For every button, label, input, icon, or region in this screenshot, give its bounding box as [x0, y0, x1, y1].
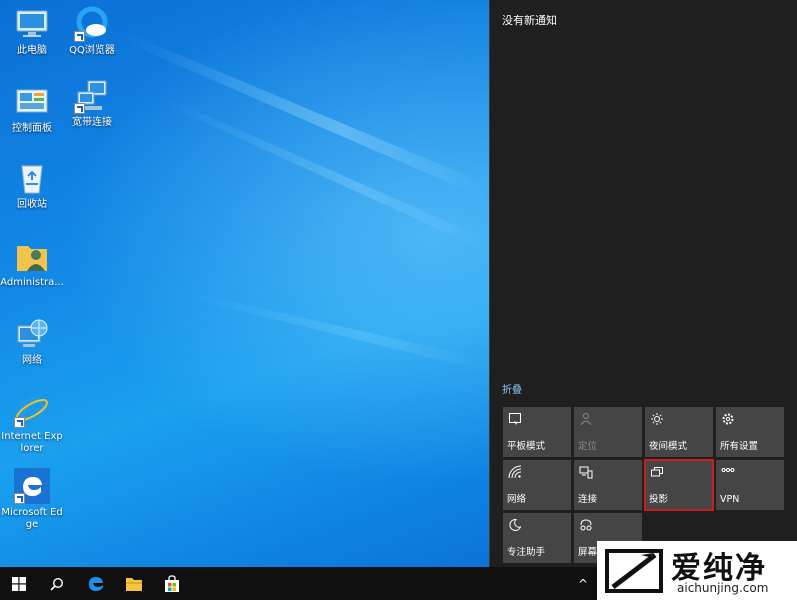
screen-snip-icon [579, 518, 593, 532]
night-light-icon [650, 412, 664, 426]
control-panel-icon [14, 84, 50, 120]
qq-browser-icon [74, 6, 110, 42]
shortcut-arrow-icon [14, 417, 25, 428]
aichunjing-logo-icon [605, 549, 663, 593]
desktop-icon-microsoft-edge[interactable]: Microsoft Edge [0, 468, 64, 531]
microsoft-edge-icon [89, 576, 103, 591]
desktop-icon-internet-explorer[interactable]: Internet Explorer [0, 392, 64, 455]
collapse-link[interactable]: 折叠 [502, 381, 522, 396]
tile-connect[interactable]: 连接 [574, 460, 642, 510]
tile-network[interactable]: 网络 [503, 460, 571, 510]
focus-assist-icon [508, 518, 522, 532]
taskbar-edge-button[interactable] [77, 567, 115, 600]
desktop-screen: 此电脑 QQ浏览器 控制面板 宽带连接 回收站 Administra... 网络… [0, 0, 797, 600]
microsoft-store-icon [165, 574, 179, 592]
tile-night-light[interactable]: 夜间模式 [645, 407, 713, 457]
tile-vpn[interactable]: VPN [716, 460, 784, 510]
recycle-bin-icon [14, 160, 50, 196]
start-button[interactable] [0, 567, 38, 600]
microsoft-edge-icon [14, 468, 50, 504]
location-icon [579, 412, 593, 426]
search-icon [50, 577, 64, 591]
wifi-icon [508, 465, 522, 479]
broadband-connection-icon [74, 78, 110, 114]
no-notifications-text: 没有新通知 [502, 14, 557, 27]
tablet-mode-icon [508, 412, 522, 426]
desktop-icon-broadband[interactable]: 宽带连接 [60, 78, 124, 129]
show-hidden-icons-button[interactable]: ^ [574, 567, 592, 600]
desktop-icon-this-pc[interactable]: 此电脑 [0, 6, 64, 57]
tile-tablet-mode[interactable]: 平板模式 [503, 407, 571, 457]
desktop-icon-qq-browser[interactable]: QQ浏览器 [60, 6, 124, 57]
search-button[interactable] [38, 567, 76, 600]
desktop-icon-network[interactable]: 网络 [0, 316, 64, 367]
shortcut-arrow-icon [14, 493, 25, 504]
tile-location[interactable]: 定位 [574, 407, 642, 457]
shortcut-arrow-icon [74, 103, 85, 114]
vpn-icon [721, 465, 735, 479]
desktop-icon-recycle-bin[interactable]: 回收站 [0, 160, 64, 211]
windows-logo-icon [12, 576, 26, 591]
tile-project[interactable]: 投影 [644, 459, 714, 511]
connect-icon [579, 465, 593, 479]
file-explorer-icon [126, 577, 142, 591]
taskbar-file-explorer-button[interactable] [115, 567, 153, 600]
watermark-url-text: aichunjing.com [677, 581, 769, 595]
this-pc-icon [14, 6, 50, 42]
desktop-icon-control-panel[interactable]: 控制面板 [0, 84, 64, 135]
site-watermark: 爱纯净 aichunjing.com [597, 541, 797, 600]
action-center-panel: 没有新通知 折叠 平板模式 定位 夜间模式 所有设置 网络 连接 投影 VPN … [489, 0, 797, 567]
tile-all-settings[interactable]: 所有设置 [716, 407, 784, 457]
desktop-icon-administrator[interactable]: Administra... [0, 238, 64, 289]
project-icon [650, 465, 664, 479]
network-globe-icon [14, 316, 50, 352]
tile-focus-assist[interactable]: 专注助手 [503, 513, 571, 563]
internet-explorer-icon [14, 392, 50, 428]
settings-gear-icon [721, 412, 735, 426]
shortcut-arrow-icon [74, 31, 85, 42]
taskbar-store-button[interactable] [153, 567, 191, 600]
user-folder-icon [14, 238, 50, 274]
